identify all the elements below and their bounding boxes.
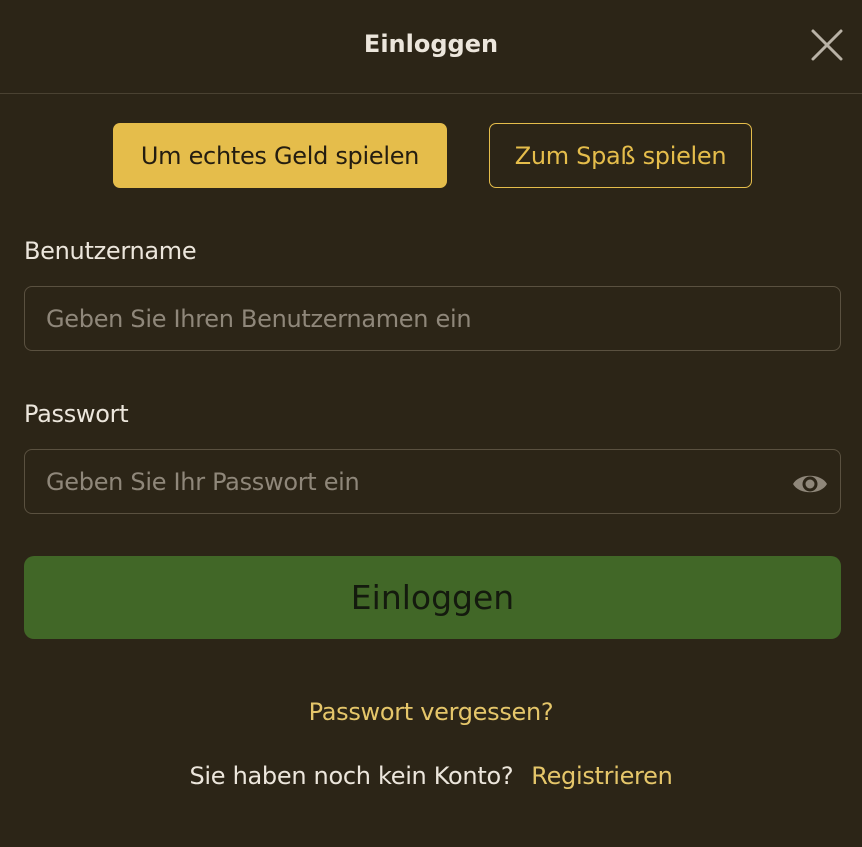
- dialog-title: Einloggen: [363, 30, 499, 58]
- login-dialog: Einloggen Um echtes Geld spielen Zum Spa…: [0, 0, 862, 847]
- dialog-header: Einloggen: [0, 0, 862, 94]
- real-money-mode-button[interactable]: Um echtes Geld spielen: [113, 123, 447, 188]
- forgot-password-link[interactable]: Passwort vergessen?: [0, 698, 862, 726]
- username-input[interactable]: [24, 286, 841, 351]
- password-input[interactable]: [24, 449, 841, 514]
- close-icon: [811, 29, 843, 61]
- close-button[interactable]: [808, 26, 846, 64]
- register-link[interactable]: Registrieren: [531, 762, 673, 790]
- eye-icon: [793, 475, 827, 493]
- username-label: Benutzername: [24, 237, 197, 265]
- no-account-text: Sie haben noch kein Konto?: [189, 762, 514, 790]
- fun-mode-button[interactable]: Zum Spaß spielen: [489, 123, 752, 188]
- login-button[interactable]: Einloggen: [24, 556, 841, 639]
- password-label: Passwort: [24, 400, 129, 428]
- show-password-toggle[interactable]: [791, 470, 829, 498]
- register-row: Sie haben noch kein Konto? Registrieren: [0, 762, 862, 790]
